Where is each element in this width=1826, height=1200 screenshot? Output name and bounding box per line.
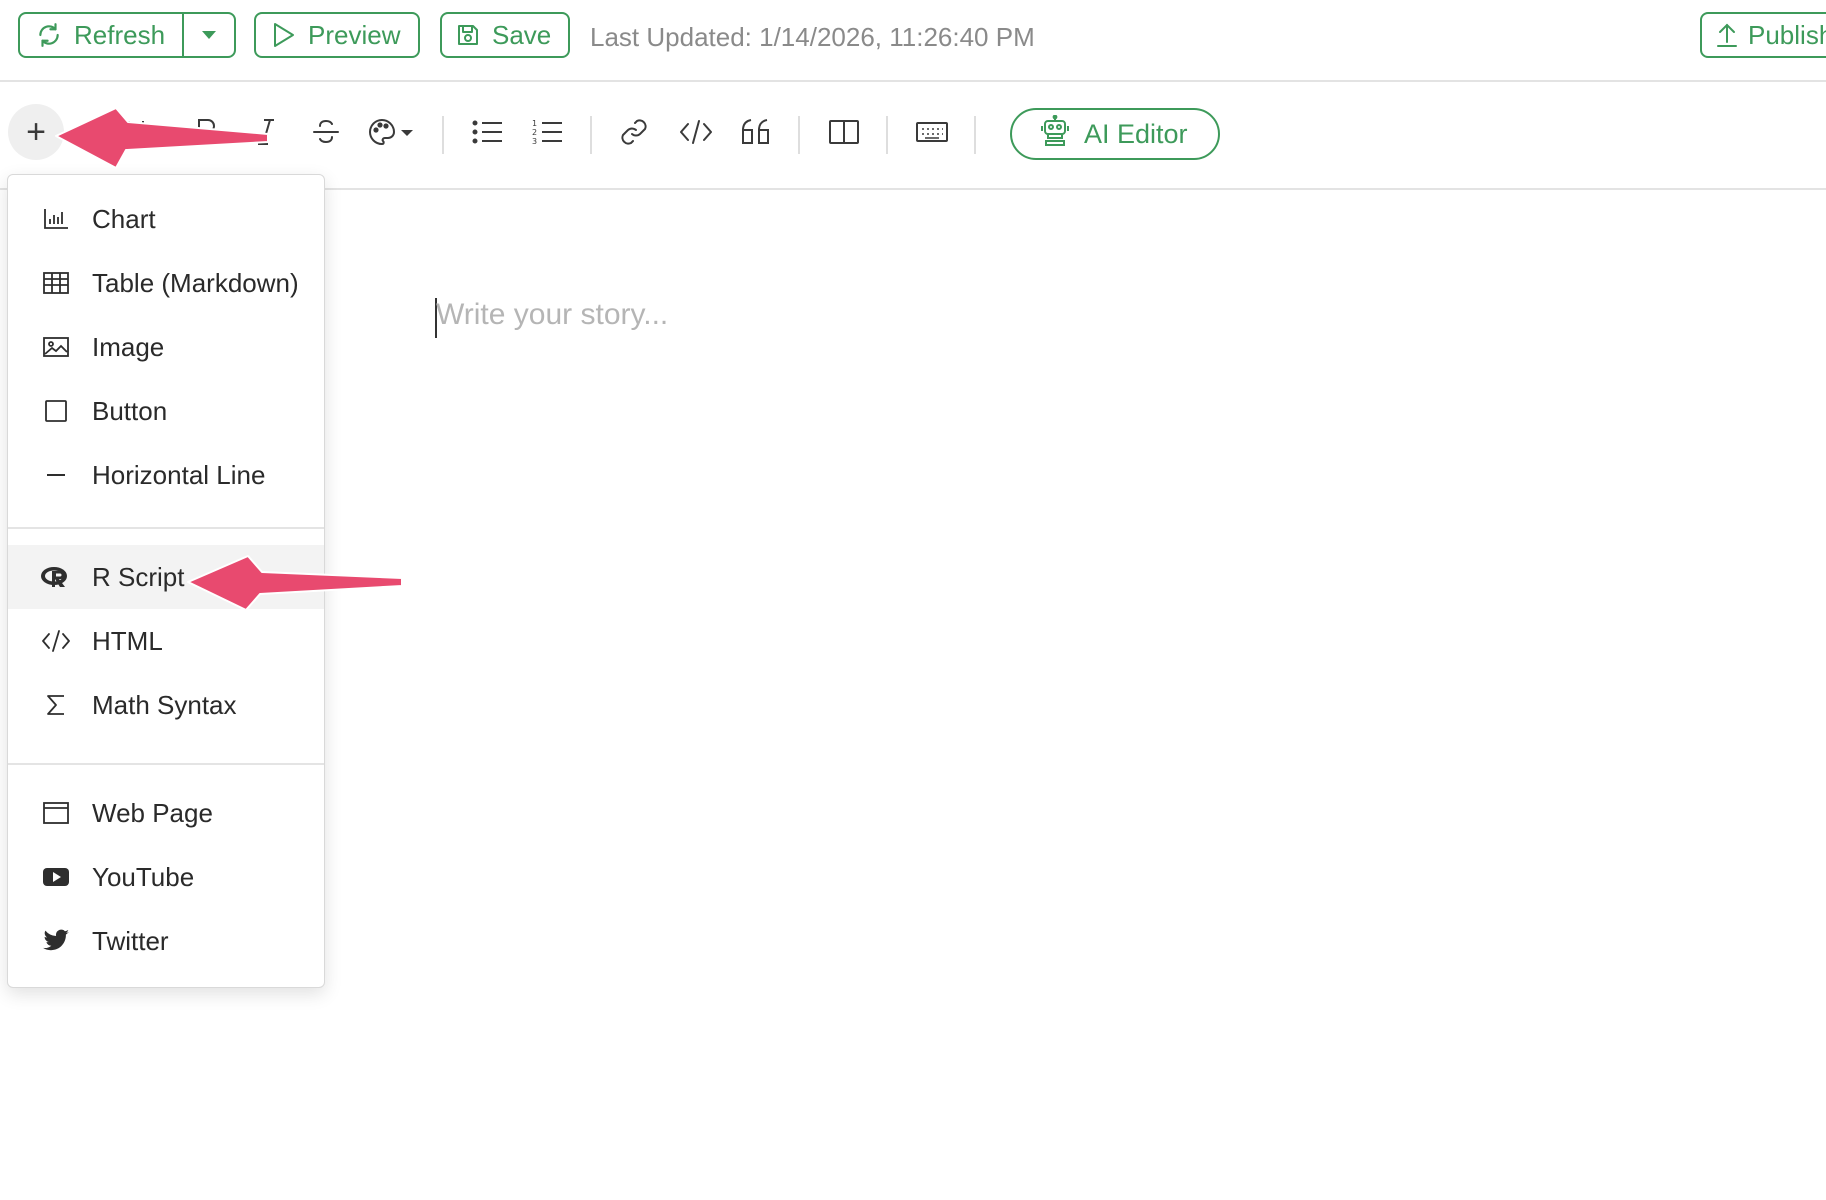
refresh-button[interactable]: Refresh (20, 14, 184, 56)
keyboard-shortcuts-button[interactable] (910, 112, 954, 156)
bullet-list-button[interactable] (468, 112, 508, 156)
menu-item-label: R Script (92, 561, 185, 592)
menu-item-label: Table (Markdown) (92, 267, 299, 298)
numbered-list-icon: 123 (532, 118, 564, 151)
top-bar: Refresh Preview Save Last Updated: 1/14/… (0, 0, 1826, 82)
upload-icon (1716, 22, 1738, 48)
preview-button[interactable]: Preview (254, 12, 420, 58)
menu-item-label: Web Page (92, 797, 213, 828)
strikethrough-button[interactable] (306, 112, 346, 156)
add-block-button[interactable]: + (8, 104, 64, 160)
menu-item-html[interactable]: HTML (8, 609, 324, 673)
refresh-label: Refresh (74, 19, 166, 50)
code-icon (679, 117, 713, 152)
menu-item-web-page[interactable]: Web Page (8, 781, 324, 845)
table-icon (36, 271, 76, 295)
play-icon (272, 22, 296, 48)
menu-item-youtube[interactable]: YouTube (8, 845, 324, 909)
menu-item-label: Image (92, 331, 165, 362)
minus-icon (36, 463, 76, 487)
bold-button[interactable] (186, 112, 226, 156)
sigma-icon (36, 693, 76, 717)
last-updated-text: Last Updated: 1/14/2026, 11:26:40 PM (590, 22, 1035, 52)
menu-item-label: Horizontal Line (92, 459, 266, 490)
toolbar-divider (798, 116, 800, 154)
menu-item-horizontal-line[interactable]: Horizontal Line (8, 443, 324, 507)
preview-label: Preview (308, 19, 401, 50)
bar-chart-icon (36, 208, 76, 230)
code-icon (36, 629, 76, 653)
menu-item-table[interactable]: Table (Markdown) (8, 251, 324, 315)
heading-button[interactable] (118, 112, 158, 156)
refresh-icon (36, 22, 62, 48)
square-icon (36, 399, 76, 423)
toolbar-divider (442, 116, 444, 154)
heading-icon (123, 117, 153, 152)
menu-item-button[interactable]: Button (8, 379, 324, 443)
menu-item-label: Chart (92, 203, 156, 234)
publish-label: Publish (1748, 19, 1826, 50)
refresh-options-dropdown[interactable] (184, 14, 234, 56)
text-color-button[interactable] (366, 112, 418, 156)
columns-icon (828, 118, 860, 151)
color-palette-icon (367, 117, 417, 152)
save-button[interactable]: Save (440, 12, 570, 58)
save-label: Save (492, 19, 552, 50)
menu-item-image[interactable]: Image (8, 315, 324, 379)
menu-item-r-script[interactable]: R Script (8, 545, 324, 609)
quote-button[interactable] (736, 112, 776, 156)
menu-item-math-syntax[interactable]: Math Syntax (8, 673, 324, 737)
refresh-button-group: Refresh (18, 12, 236, 58)
code-button[interactable] (676, 112, 716, 156)
link-button[interactable] (614, 112, 654, 156)
columns-button[interactable] (824, 112, 864, 156)
toolbar-divider (886, 116, 888, 154)
bold-icon (193, 117, 219, 152)
save-icon (456, 23, 480, 47)
italic-icon (255, 117, 277, 152)
menu-divider (8, 763, 324, 765)
svg-text:1: 1 (532, 119, 537, 128)
youtube-icon (36, 866, 76, 888)
ai-editor-label: AI Editor (1084, 118, 1188, 149)
menu-item-chart[interactable]: Chart (8, 187, 324, 251)
toolbar-divider (590, 116, 592, 154)
story-editor-input[interactable]: Write your story... (436, 298, 668, 332)
keyboard-icon (915, 120, 949, 149)
toolbar-divider (974, 116, 976, 154)
robot-icon (1040, 114, 1070, 154)
menu-item-label: Button (92, 395, 168, 426)
insert-block-menu: Chart Table (Markdown) Image Button Hori… (7, 174, 325, 988)
bullet-list-icon (472, 118, 504, 151)
numbered-list-button[interactable]: 123 (528, 112, 568, 156)
menu-item-label: Twitter (92, 925, 169, 956)
menu-item-label: YouTube (92, 861, 195, 892)
plus-icon: + (26, 113, 46, 151)
browser-window-icon (36, 801, 76, 825)
image-icon (36, 336, 76, 358)
menu-item-label: HTML (92, 625, 163, 656)
svg-text:2: 2 (532, 128, 537, 137)
r-logo-icon (36, 565, 76, 589)
svg-text:3: 3 (532, 137, 537, 146)
italic-button[interactable] (248, 112, 284, 156)
strikethrough-icon (311, 117, 341, 152)
menu-item-label: Math Syntax (92, 689, 237, 720)
twitter-icon (36, 929, 76, 953)
link-icon (619, 117, 649, 152)
publish-button[interactable]: Publish (1700, 12, 1826, 58)
caret-down-icon (201, 30, 217, 40)
menu-divider (8, 527, 324, 529)
menu-item-twitter[interactable]: Twitter (8, 909, 324, 973)
quote-icon (740, 117, 772, 152)
ai-editor-button[interactable]: AI Editor (1010, 108, 1220, 160)
